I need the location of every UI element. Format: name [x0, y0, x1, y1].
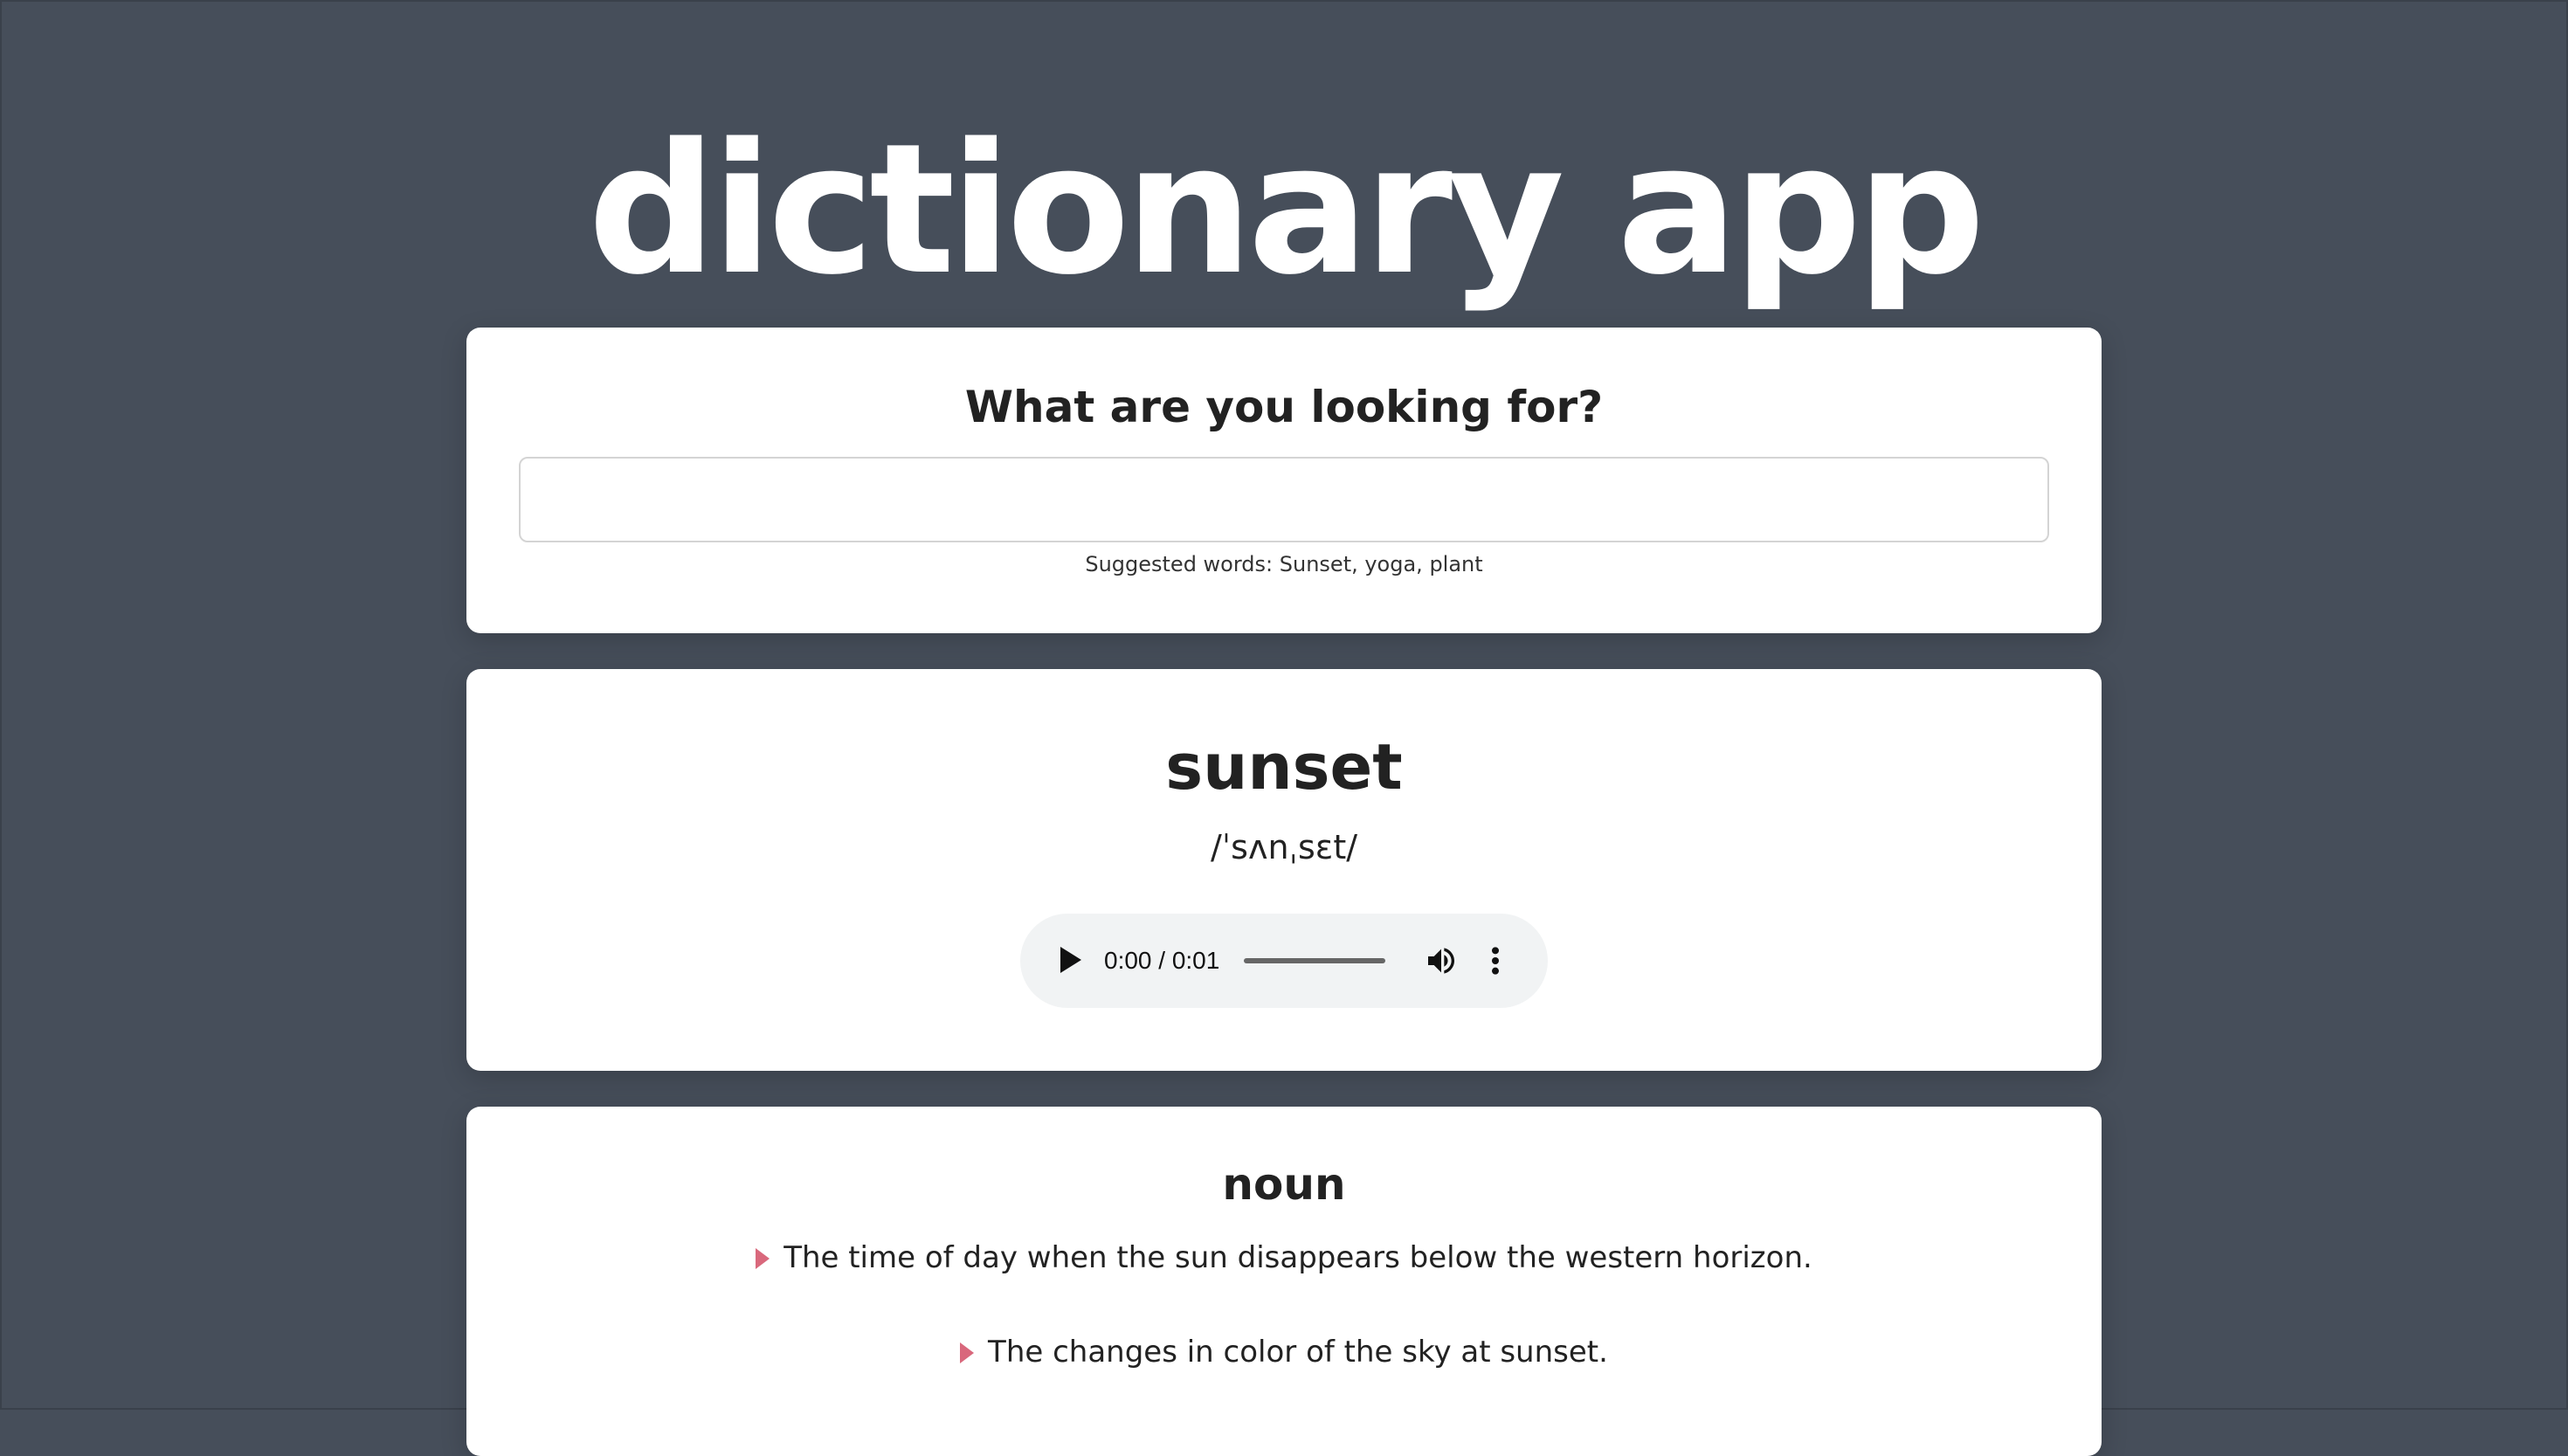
audio-player: 0:00 / 0:01: [1020, 914, 1548, 1008]
more-vertical-icon[interactable]: [1488, 943, 1502, 978]
meaning-card: noun The time of day when the sun disapp…: [466, 1107, 2102, 1456]
definition-text: The time of day when the sun disappears …: [784, 1240, 1812, 1275]
search-card: What are you looking for? Suggested word…: [466, 328, 2102, 633]
definition-text: The changes in color of the sky at sunse…: [988, 1335, 1608, 1370]
triangle-bullet-icon: [960, 1342, 975, 1363]
volume-icon[interactable]: [1424, 943, 1459, 978]
app-title: dictionary app: [588, 105, 1985, 314]
part-of-speech: noun: [1222, 1159, 1346, 1210]
suggested-words: Suggested words: Sunset, yoga, plant: [1085, 552, 1483, 576]
audio-progress-track[interactable]: [1244, 958, 1385, 963]
definition-item: The changes in color of the sky at sunse…: [466, 1330, 2102, 1374]
search-heading: What are you looking for?: [964, 382, 1604, 432]
word-card: sunset /ˈsʌnˌsɛt/ 0:00 / 0:01: [466, 669, 2102, 1071]
definition-list: The time of day when the sun disappears …: [466, 1236, 2102, 1425]
triangle-bullet-icon: [756, 1248, 770, 1269]
search-input[interactable]: [519, 457, 2049, 542]
audio-time: 0:00 / 0:01: [1104, 947, 1220, 974]
definition-item: The time of day when the sun disappears …: [466, 1236, 2102, 1280]
play-icon[interactable]: [1060, 947, 1081, 973]
word-title: sunset: [1165, 730, 1403, 804]
phonetic-text: /ˈsʌnˌsɛt/: [1210, 828, 1358, 866]
